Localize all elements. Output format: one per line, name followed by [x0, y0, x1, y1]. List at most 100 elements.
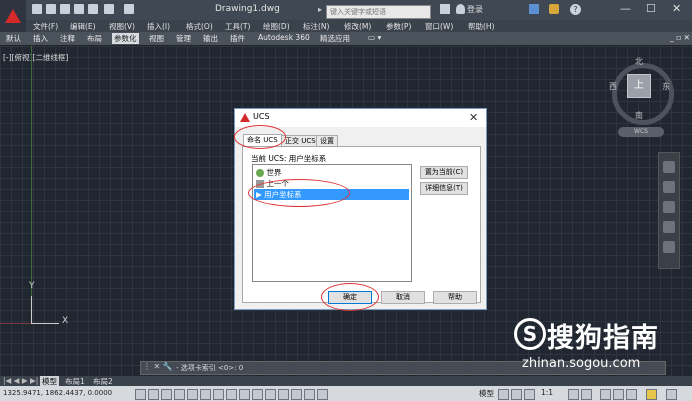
menu-edit[interactable]: 编辑(E): [70, 21, 96, 32]
3d-osnap-icon[interactable]: [213, 389, 224, 400]
menu-parametric[interactable]: 参数(P): [386, 21, 411, 32]
details-button[interactable]: 详细信息(T): [420, 182, 468, 195]
tab-default[interactable]: 默认: [4, 33, 23, 44]
compass-east[interactable]: 东: [662, 81, 670, 92]
polar-icon[interactable]: [187, 389, 198, 400]
quick-properties-icon[interactable]: [291, 389, 302, 400]
tab-settings[interactable]: 设置: [316, 135, 338, 146]
maximize-icon[interactable]: ☐: [646, 2, 656, 15]
dialog-title-bar: [235, 109, 486, 127]
otrack-icon[interactable]: [226, 389, 237, 400]
layout-nav-arrows[interactable]: |◀ ◀ ▶ ▶|: [3, 376, 38, 385]
cancel-button[interactable]: 取消: [381, 291, 425, 304]
ducs-icon[interactable]: [239, 389, 250, 400]
menu-draw[interactable]: 绘图(D): [263, 21, 290, 32]
osnap-icon[interactable]: [200, 389, 211, 400]
tab-parametric[interactable]: 参数化: [112, 33, 139, 44]
search-expand-icon[interactable]: ▸: [318, 5, 322, 14]
sogou-logo: S: [514, 318, 546, 350]
menu-window[interactable]: 窗口(W): [425, 21, 453, 32]
close-icon[interactable]: ✕: [672, 2, 681, 15]
transparency-icon[interactable]: [278, 389, 289, 400]
lineweight-icon[interactable]: [265, 389, 276, 400]
save-as-icon[interactable]: [74, 4, 84, 14]
wcs-menu-button[interactable]: WCS: [618, 127, 664, 137]
tab-insert[interactable]: 插入: [31, 33, 50, 44]
showmotion-icon[interactable]: [663, 241, 675, 253]
pan-icon[interactable]: [663, 181, 675, 193]
annotation-monitor-icon[interactable]: [317, 389, 328, 400]
redo-icon[interactable]: [124, 4, 134, 14]
menu-dimension[interactable]: 标注(N): [303, 21, 329, 32]
hardware-acceleration-icon[interactable]: [626, 389, 637, 400]
menu-modify[interactable]: 修改(M): [344, 21, 371, 32]
globe-icon: [256, 169, 264, 177]
grid-icon[interactable]: [161, 389, 172, 400]
tab-autodesk-360[interactable]: Autodesk 360: [256, 33, 312, 42]
watermark-brand: 搜狗指南: [547, 323, 659, 354]
dialog-close-icon[interactable]: ✕: [469, 111, 478, 124]
customization-icon[interactable]: [666, 389, 677, 400]
save-icon[interactable]: [60, 4, 70, 14]
dyn-input-icon[interactable]: [252, 389, 263, 400]
ortho-icon[interactable]: [174, 389, 185, 400]
compass-west[interactable]: 西: [609, 81, 617, 92]
auto-scale-icon[interactable]: [581, 389, 592, 400]
help-icon[interactable]: ?: [570, 4, 581, 15]
minimize-icon[interactable]: —: [620, 2, 631, 15]
quick-view-icon[interactable]: [511, 389, 522, 400]
orbit-icon[interactable]: [663, 221, 675, 233]
menu-tools[interactable]: 工具(T): [225, 21, 250, 32]
command-line-icons[interactable]: ⋮ ✕ 🔧: [143, 362, 173, 371]
lock-icon[interactable]: [613, 389, 624, 400]
tab-view[interactable]: 视图: [147, 33, 166, 44]
user-icon[interactable]: [456, 4, 465, 14]
menu-format[interactable]: 格式(O): [186, 21, 213, 32]
viewport-label[interactable]: [-][俯视][二维线框]: [3, 52, 68, 63]
connect-icon[interactable]: [549, 4, 559, 14]
menu-help[interactable]: 帮助(H): [468, 21, 495, 32]
exchange-icon[interactable]: [529, 4, 539, 14]
menu-file[interactable]: 文件(F): [33, 21, 58, 32]
tab-annotate[interactable]: 注释: [58, 33, 77, 44]
snap-mode-icon[interactable]: [148, 389, 159, 400]
new-file-icon[interactable]: [32, 4, 42, 14]
viewcube-top-face[interactable]: 上: [627, 74, 651, 98]
compass-north[interactable]: 北: [635, 56, 643, 67]
tab-featured-apps[interactable]: 精选应用: [318, 33, 352, 44]
undo-icon[interactable]: [104, 4, 114, 14]
ucs-icon-x: [31, 323, 59, 324]
tab-plugins[interactable]: 插件: [228, 33, 247, 44]
ucs-x-label: X: [62, 316, 69, 326]
open-file-icon[interactable]: [46, 4, 56, 14]
binoculars-icon[interactable]: [440, 4, 450, 14]
annotation-visibility-icon[interactable]: [568, 389, 579, 400]
print-icon[interactable]: [88, 4, 98, 14]
coordinates-readout[interactable]: 1325.9471, 1862.4437, 0.0000: [3, 389, 112, 397]
tab-output[interactable]: 输出: [201, 33, 220, 44]
ribbon-options-icon[interactable]: ▭ ▾: [366, 33, 383, 42]
tab-layout[interactable]: 布局: [85, 33, 104, 44]
menu-insert[interactable]: 插入(I): [147, 21, 170, 32]
search-input[interactable]: 键入关键字或短语: [326, 5, 431, 19]
compass-south[interactable]: 南: [635, 110, 643, 121]
zoom-icon[interactable]: [663, 201, 675, 213]
tab-orthographic-ucs[interactable]: 正交 UCS: [281, 135, 320, 146]
set-current-button[interactable]: 置为当前(C): [420, 166, 468, 179]
model-space-button[interactable]: 模型: [479, 388, 494, 399]
annotation-scale[interactable]: 1:1: [541, 388, 553, 397]
tab-manage[interactable]: 管理: [174, 33, 193, 44]
ribbon-window-controls[interactable]: _ ▫ ✕: [668, 33, 692, 42]
selection-cycling-icon[interactable]: [304, 389, 315, 400]
workspace-switch-icon[interactable]: [600, 389, 611, 400]
application-menu-button[interactable]: [0, 0, 26, 32]
quick-view-drawings-icon[interactable]: [524, 389, 535, 400]
infer-constraints-icon[interactable]: [135, 389, 146, 400]
help-button[interactable]: 帮助: [433, 291, 477, 304]
list-item[interactable]: 世界: [256, 167, 281, 178]
menu-view[interactable]: 视图(V): [109, 21, 135, 32]
layout-view-icon[interactable]: [498, 389, 509, 400]
isolate-objects-icon[interactable]: [646, 389, 657, 400]
steering-wheel-icon[interactable]: [663, 161, 675, 173]
login-button[interactable]: 登录: [467, 4, 483, 15]
